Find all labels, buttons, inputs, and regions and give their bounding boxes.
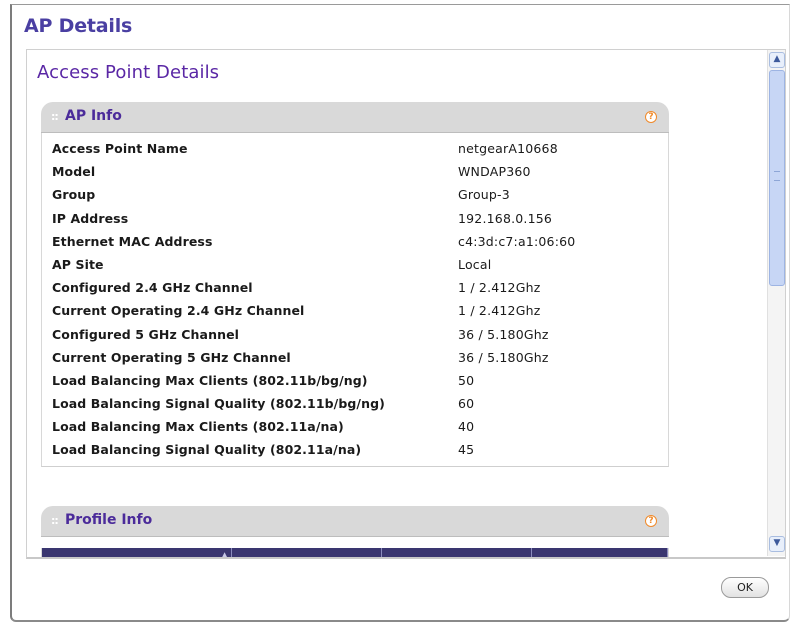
info-row: Load Balancing Signal Quality (802.11b/b… [42,392,668,415]
grip-icon: :: [51,110,59,123]
info-label: Model [52,164,96,180]
info-value: Local [458,256,492,272]
info-row: Ethernet MAC Address c4:3d:c7:a1:06:60 [42,230,668,253]
info-label: Load Balancing Max Clients (802.11b/bg/n… [52,372,368,388]
info-row: Model WNDAP360 [42,160,668,183]
info-row: Load Balancing Max Clients (802.11a/na) 4… [42,415,668,438]
info-row: IP Address 192.168.0.156 [42,207,668,230]
info-value: 40 [458,419,475,435]
info-row: Load Balancing Signal Quality (802.11a/n… [42,438,668,461]
info-label: Access Point Name [52,141,188,156]
profile-info-title: Profile Info [65,512,153,528]
info-value: Group-3 [458,187,510,203]
info-value: c4:3d:c7:a1:06:60 [458,233,576,249]
info-row: Access Point Name netgearA10668 [42,137,668,160]
grip-icon: :: [51,514,59,527]
info-value: 1 / 2.412Ghz [458,280,541,296]
info-label: Current Operating 2.4 GHz Channel [52,303,305,319]
column-header[interactable] [382,548,532,557]
ap-info-body: Access Point Name netgearA10668 Model WNDAP… [41,133,669,467]
profile-info-panel: :: Profile Info ? ▲ [41,506,669,557]
content-frame: Access Point Details :: AP Info ? Access… [26,49,786,559]
info-row: Group Group-3 [42,183,668,206]
ap-info-title: AP Info [65,108,122,124]
info-row: Current Operating 2.4 GHz Channel 1 / 2.4… [42,299,668,322]
info-label: Configured 2.4 GHz Channel [52,280,253,296]
info-row: Current Operating 5 GHz Channel 36 / 5.18… [42,346,668,369]
scroll-down-icon[interactable]: ▼ [769,536,785,552]
help-icon[interactable]: ? [645,515,657,527]
ap-details-window: AP Details Access Point Details :: AP In… [10,4,790,622]
ok-button[interactable]: OK [721,577,769,598]
info-row: AP Site Local [42,253,668,276]
ap-info-panel: :: AP Info ? Access Point Name netgearA10… [41,102,669,467]
info-label: Configured 5 GHz Channel [52,326,240,342]
scroll-up-icon[interactable]: ▲ [769,52,785,68]
info-value: 36 / 5.180Ghz [458,326,549,342]
column-header[interactable] [232,548,382,557]
sort-icon: ▲ [221,551,228,559]
info-row: Load Balancing Max Clients (802.11b/bg/n… [42,369,668,392]
info-label: IP Address [52,210,129,226]
info-value: WNDAP360 [458,164,531,180]
profile-info-header: :: Profile Info ? [41,506,669,537]
info-value: 1 / 2.412Ghz [458,303,541,319]
scroll-grip-icon [774,171,780,181]
profile-table-header: ▲ [41,548,669,559]
info-label: Load Balancing Max Clients (802.11a/na) [52,419,344,435]
help-icon[interactable]: ? [645,111,657,123]
info-value: netgearA10668 [458,141,558,156]
info-value: 60 [458,396,475,412]
info-label: AP Site [52,256,104,272]
column-header[interactable]: ▲ [42,548,232,559]
ap-info-header: :: AP Info ? [41,102,669,133]
info-label: Ethernet MAC Address [52,233,213,249]
scroll-thumb[interactable] [769,70,785,286]
info-label: Group [52,187,96,203]
info-label: Load Balancing Signal Quality (802.11b/b… [52,396,385,412]
info-value: 50 [458,372,475,388]
vertical-scrollbar[interactable]: ▲ ▼ [767,50,785,556]
info-value: 192.168.0.156 [458,210,553,226]
window-title: AP Details [24,15,133,37]
info-row: Configured 2.4 GHz Channel 1 / 2.412Ghz [42,276,668,299]
info-label: Load Balancing Signal Quality (802.11a/n… [52,442,362,458]
info-value: 36 / 5.180Ghz [458,349,549,365]
info-row: Configured 5 GHz Channel 36 / 5.180Ghz [42,323,668,346]
info-label: Current Operating 5 GHz Channel [52,349,291,365]
column-header[interactable] [532,548,668,557]
page-title: Access Point Details [37,62,220,83]
info-value: 45 [458,442,475,458]
